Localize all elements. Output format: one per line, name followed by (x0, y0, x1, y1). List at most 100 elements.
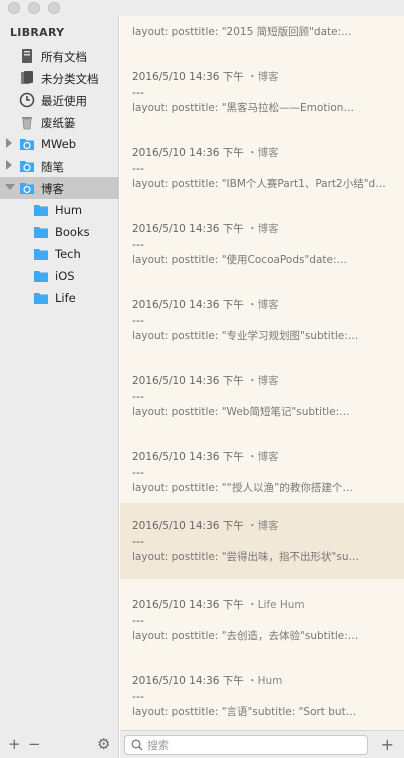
smart-folder-icon (20, 183, 34, 194)
list-item[interactable]: 2016/5/10 14:36 下午 ・Hum --- layout: post… (120, 658, 404, 730)
document-list: layout: posttitle: "2015 简短版回顾"date:… 20… (120, 16, 404, 730)
entry-separator: --- (132, 390, 144, 403)
entry-meta: 2016/5/10 14:36 下午 ・博客 (132, 297, 279, 312)
entry-tag: ・Life Hum (247, 599, 305, 611)
entry-preview: layout: posttitle: "去创造，去体验"subtitle:… (132, 630, 359, 642)
sidebar-item-books[interactable]: Books (0, 221, 119, 243)
close-window-button[interactable] (8, 2, 20, 14)
disclosure-triangle-open-icon[interactable] (5, 184, 15, 190)
clock-icon (19, 92, 35, 108)
search-icon (131, 739, 143, 751)
list-item-selected[interactable]: 2016/5/10 14:36 下午 ・博客 --- layout: postt… (120, 503, 404, 579)
entry-tag: ・博客 (247, 71, 279, 83)
remove-folder-button[interactable]: − (28, 735, 41, 753)
sidebar-item-hum[interactable]: Hum (0, 199, 119, 221)
search-input[interactable] (147, 738, 357, 752)
entry-date: 2016/5/10 14:36 下午 (132, 451, 244, 463)
sidebar-item-trash[interactable]: 废纸篓 (0, 111, 119, 133)
smart-folder-icon (20, 139, 34, 150)
entry-date: 2016/5/10 14:36 下午 (132, 223, 244, 235)
folder-icon (34, 205, 48, 216)
zoom-window-button[interactable] (48, 2, 60, 14)
sidebar-item-blog[interactable]: 博客 (0, 177, 119, 199)
list-item[interactable]: 2016/5/10 14:36 下午 ・博客 --- layout: postt… (120, 358, 404, 434)
sidebar-item-mweb[interactable]: MWeb (0, 133, 119, 155)
minimize-window-button[interactable] (28, 2, 40, 14)
list-item[interactable]: 2016/5/10 14:36 下午 ・博客 --- layout: postt… (120, 130, 404, 206)
documents-icon (22, 49, 32, 63)
list-item[interactable]: layout: posttitle: "2015 简短版回顾"date:… (120, 16, 404, 54)
list-item[interactable]: 2016/5/10 14:36 下午 ・博客 --- layout: postt… (120, 282, 404, 358)
sidebar-footer: + − ⚙ (0, 730, 119, 758)
sidebar-item-label: MWeb (41, 137, 76, 151)
entry-separator: --- (132, 690, 144, 703)
search-bar: + (120, 730, 404, 758)
entry-preview: layout: posttitle: "尝得出味，指不出形状"su… (132, 551, 360, 563)
list-item[interactable]: 2016/5/10 14:36 下午 ・Life Hum --- layout:… (120, 582, 404, 658)
entry-date: 2016/5/10 14:36 下午 (132, 71, 244, 83)
add-folder-button[interactable]: + (8, 735, 21, 753)
sidebar-item-label: 所有文档 (41, 50, 87, 64)
entry-preview: layout: posttitle: "专业学习规划图"subtitle:… (132, 330, 359, 342)
entry-date: 2016/5/10 14:36 下午 (132, 675, 244, 687)
entry-tag: ・博客 (247, 520, 279, 532)
sidebar-item-all-docs[interactable]: 所有文档 (0, 45, 119, 67)
folder-icon (34, 271, 48, 282)
entry-separator: --- (132, 162, 144, 175)
entry-meta: 2016/5/10 14:36 下午 ・Hum (132, 673, 282, 688)
uncategorized-docs-icon (21, 71, 33, 84)
entry-separator: --- (132, 466, 144, 479)
sidebar-item-life[interactable]: Life (0, 287, 119, 309)
entry-meta: 2016/5/10 14:36 下午 ・博客 (132, 373, 279, 388)
entry-preview: layout: posttitle: "IBM个人赛Part1、Part2小结"… (132, 178, 386, 190)
folder-icon (34, 293, 48, 304)
sidebar-item-essays[interactable]: 随笔 (0, 155, 119, 177)
folder-icon (34, 227, 48, 238)
entry-preview: layout: posttitle: "言语"subtitle: "Sort b… (132, 706, 357, 718)
entry-date: 2016/5/10 14:36 下午 (132, 599, 244, 611)
entry-date: 2016/5/10 14:36 下午 (132, 520, 244, 532)
search-box[interactable] (124, 735, 368, 755)
entry-tag: ・博客 (247, 223, 279, 235)
entry-separator: --- (132, 86, 144, 99)
sidebar-item-label: 随笔 (41, 160, 64, 174)
entry-meta: 2016/5/10 14:36 下午 ・博客 (132, 221, 279, 236)
sidebar-item-recent[interactable]: 最近使用 (0, 89, 119, 111)
entry-tag: ・博客 (247, 451, 279, 463)
entry-meta: 2016/5/10 14:36 下午 ・博客 (132, 449, 279, 464)
entry-preview: layout: posttitle: "黑客马拉松——Emotion… (132, 102, 354, 114)
trash-icon (22, 117, 32, 130)
entry-tag: ・Hum (247, 675, 283, 687)
sidebar-item-label: 废纸篓 (41, 116, 76, 130)
list-item[interactable]: 2016/5/10 14:36 下午 ・博客 --- layout: postt… (120, 434, 404, 510)
entry-tag: ・博客 (247, 147, 279, 159)
entry-meta: 2016/5/10 14:36 下午 ・Life Hum (132, 597, 305, 612)
list-item[interactable]: 2016/5/10 14:36 下午 ・博客 --- layout: postt… (120, 206, 404, 282)
sidebar-item-tech[interactable]: Tech (0, 243, 119, 265)
entry-preview: layout: posttitle: "“授人以渔”的教你搭建个… (132, 482, 353, 494)
entry-preview: layout: posttitle: "2015 简短版回顾"date:… (132, 26, 352, 38)
entry-meta: 2016/5/10 14:36 下午 ・博客 (132, 145, 279, 160)
entry-separator: --- (132, 535, 144, 548)
sidebar-item-label: 未分类文档 (41, 72, 99, 86)
sidebar-item-label: Tech (55, 247, 81, 261)
entry-date: 2016/5/10 14:36 下午 (132, 147, 244, 159)
sidebar-item-uncategorized[interactable]: 未分类文档 (0, 67, 119, 89)
entry-separator: --- (132, 614, 144, 627)
entry-preview: layout: posttitle: "Web简短笔记"subtitle:… (132, 406, 350, 418)
smart-folder-icon (20, 161, 34, 172)
entry-separator: --- (132, 314, 144, 327)
add-note-button[interactable]: + (381, 735, 394, 754)
gear-icon[interactable]: ⚙ (97, 735, 110, 753)
sidebar-item-ios[interactable]: iOS (0, 265, 119, 287)
entry-date: 2016/5/10 14:36 下午 (132, 375, 244, 387)
sidebar-item-label: 最近使用 (41, 94, 87, 108)
sidebar: LIBRARY 所有文档 未分类文档 最近使用 废纸篓 MWeb 随笔 博客 H… (0, 16, 119, 758)
folder-icon (34, 249, 48, 260)
disclosure-triangle-icon[interactable] (6, 138, 12, 148)
entry-tag: ・博客 (247, 299, 279, 311)
list-item[interactable]: 2016/5/10 14:36 下午 ・博客 --- layout: postt… (120, 54, 404, 130)
sidebar-item-label: iOS (55, 269, 75, 283)
library-title: LIBRARY (10, 26, 65, 39)
disclosure-triangle-icon[interactable] (6, 160, 12, 170)
